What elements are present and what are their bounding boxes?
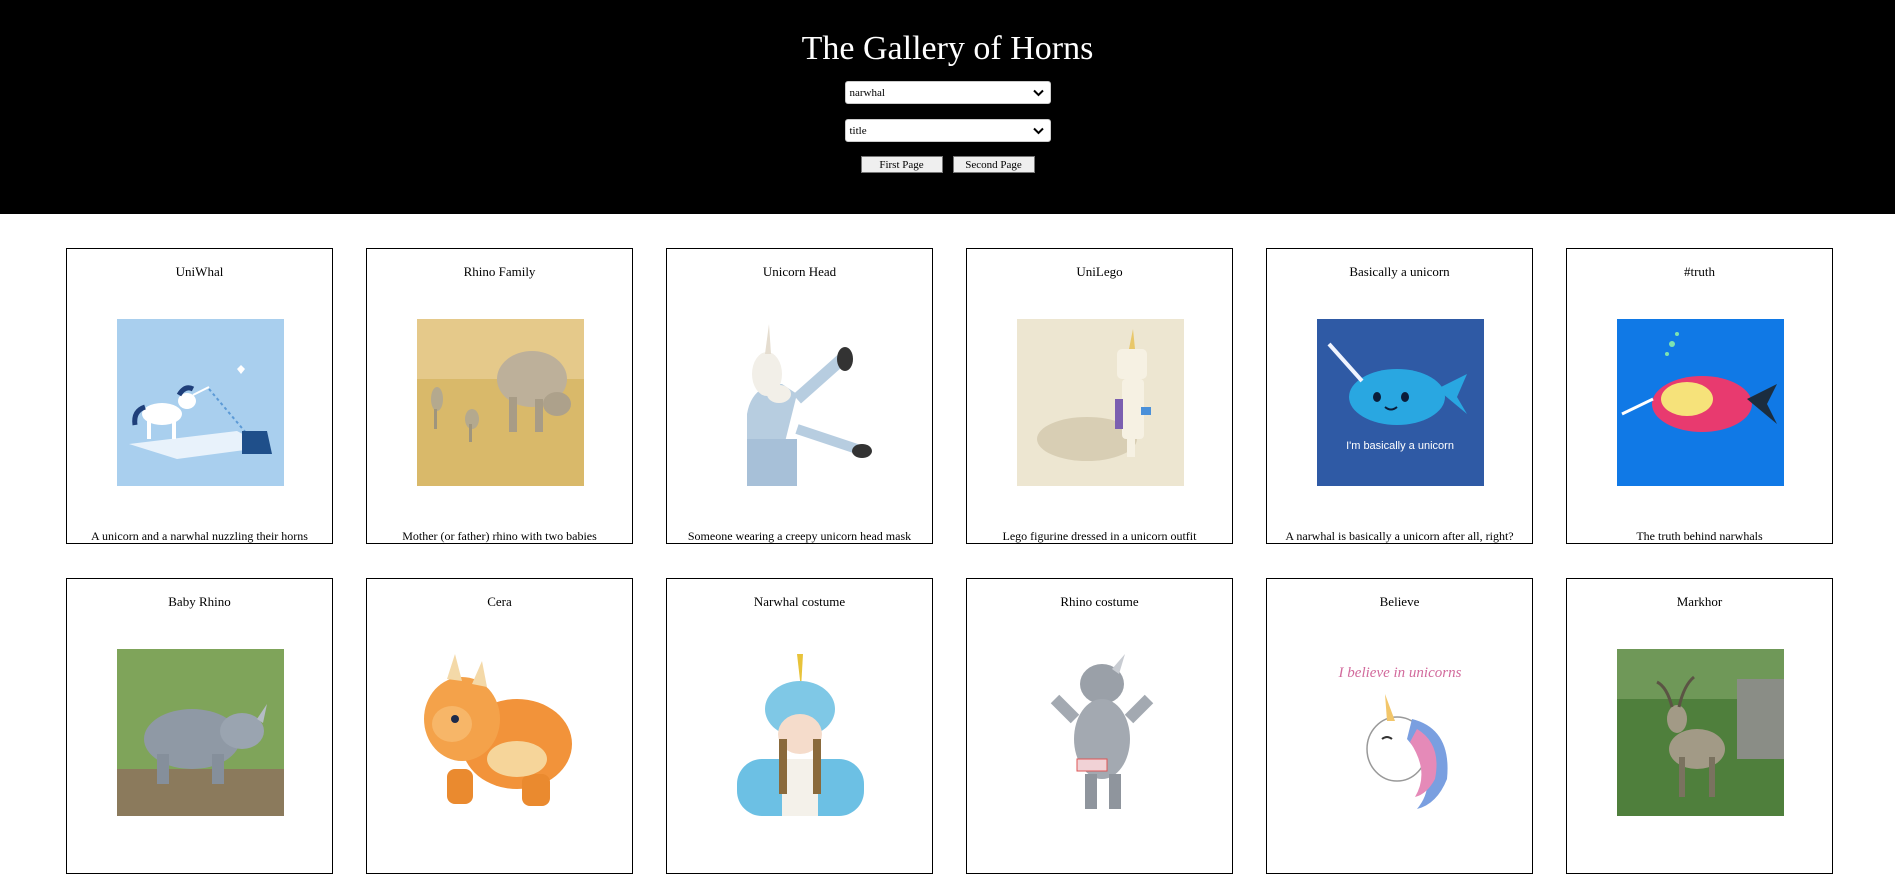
card-description: Lego figurine dressed in a unicorn outfi… <box>1002 529 1197 543</box>
card-title: Baby Rhino <box>168 594 231 609</box>
first-page-button[interactable]: First Page <box>860 156 943 173</box>
gallery-card: UniWhal A unicorn and a narwhal nuzzling… <box>66 248 333 544</box>
card-title: Rhino Family <box>463 264 536 279</box>
unicorn-narwhal-image <box>117 319 284 486</box>
image-caption-text: I'm basically a unicorn <box>1346 440 1454 452</box>
gallery-card: Narwhal costume <box>666 578 933 874</box>
card-description: Someone wearing a creepy unicorn head ma… <box>687 529 912 543</box>
triceratops-image <box>417 649 584 816</box>
card-title: UniWhal <box>175 264 224 279</box>
believe-unicorn-image: I believe in unicorns <box>1317 649 1484 816</box>
page-header: The Gallery of Horns narwhal title First… <box>0 0 1895 214</box>
card-description: A narwhal is basically a unicorn after a… <box>1285 529 1514 543</box>
narwhal-costume-image <box>717 649 884 816</box>
gallery-card: Rhino Family Mother (or father) rhino wi… <box>366 248 633 544</box>
card-description: Mother (or father) rhino with two babies <box>402 529 597 543</box>
sort-select[interactable]: title <box>844 119 1051 142</box>
gallery-card: #truth The truth behind narwhals <box>1566 248 1833 544</box>
keyword-select[interactable]: narwhal <box>844 81 1051 104</box>
rhino-costume-image <box>1017 649 1184 816</box>
card-title: Rhino costume <box>1060 594 1139 609</box>
markhor-image <box>1617 649 1784 816</box>
card-description: The truth behind narwhals <box>1636 529 1763 543</box>
gallery-card: Basically a unicorn I'm basically a unic… <box>1266 248 1533 544</box>
narwhal-truth-image <box>1617 319 1784 486</box>
unicorn-mask-image <box>717 319 884 486</box>
narwhal-cartoon-image: I'm basically a unicorn <box>1317 319 1484 486</box>
gallery-grid: UniWhal A unicorn and a narwhal nuzzling… <box>66 248 1833 874</box>
card-description: A unicorn and a narwhal nuzzling their h… <box>91 529 308 543</box>
card-title: #truth <box>1683 264 1716 279</box>
card-title: Markhor <box>1676 594 1723 609</box>
card-title: Believe <box>1379 594 1420 609</box>
chevron-down-icon <box>1032 86 1046 100</box>
page-title: The Gallery of Horns <box>801 30 1094 67</box>
keyword-select-value: narwhal <box>849 86 885 99</box>
lego-unicorn-image <box>1017 319 1184 486</box>
gallery-card: Unicorn Head Someone wearing a creepy un… <box>666 248 933 544</box>
second-page-button[interactable]: Second Page <box>952 156 1035 173</box>
card-title: Basically a unicorn <box>1349 264 1450 279</box>
chevron-down-icon <box>1032 124 1046 138</box>
card-title: Cera <box>487 594 512 609</box>
sort-select-value: title <box>849 124 867 137</box>
image-caption-text: I believe in unicorns <box>1338 665 1462 681</box>
gallery-card: Believe I believe in unicorns <box>1266 578 1533 874</box>
rhino-family-image <box>417 319 584 486</box>
baby-rhino-image <box>117 649 284 816</box>
gallery-card: Cera <box>366 578 633 874</box>
card-title: Unicorn Head <box>762 264 837 279</box>
gallery-card: Baby Rhino <box>66 578 333 874</box>
card-title: UniLego <box>1076 264 1123 279</box>
gallery-card: Rhino costume <box>966 578 1233 874</box>
pagination-buttons: First Page Second Page <box>860 156 1035 173</box>
gallery-card: Markhor <box>1566 578 1833 874</box>
card-title: Narwhal costume <box>753 594 846 609</box>
gallery-card: UniLego Lego figurine dressed in a unico… <box>966 248 1233 544</box>
